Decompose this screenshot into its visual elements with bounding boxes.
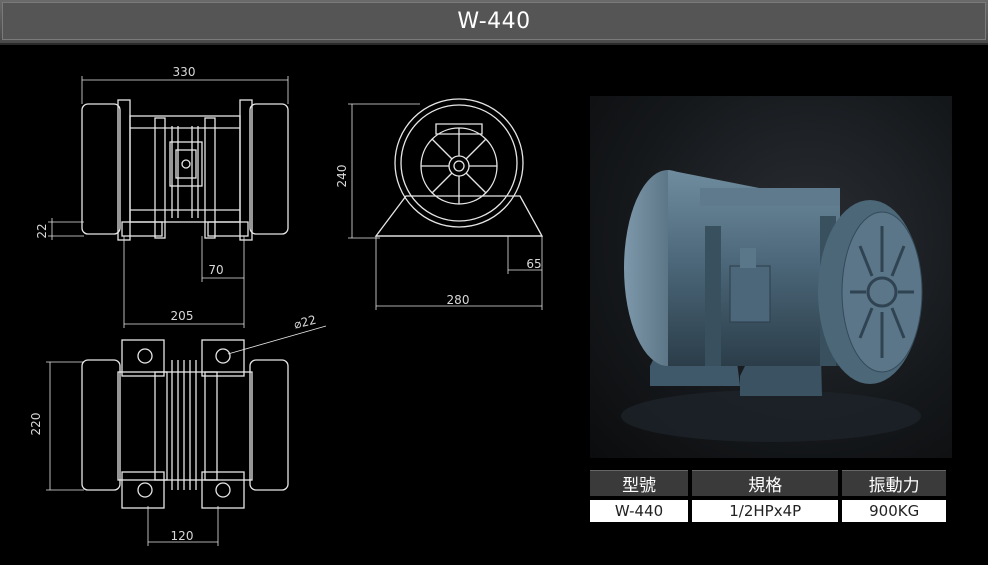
spec-value-model: W-440 <box>590 500 689 522</box>
dim-330: 330 <box>173 65 196 79</box>
dim-280: 280 <box>447 293 470 307</box>
dim-120: 120 <box>171 529 194 543</box>
product-image <box>590 96 952 458</box>
spec-header-model: 型號 <box>590 470 689 496</box>
front-view <box>348 98 544 310</box>
spec-header-force: 振動力 <box>842 470 946 496</box>
dim-hole-diameter: ⌀22 <box>292 313 317 332</box>
spec-header-spec: 規格 <box>692 470 839 496</box>
spec-value-spec: 1/2HPx4P <box>692 500 839 522</box>
spec-table: 型號 規格 振動力 W-440 1/2HPx4P 900KG <box>586 466 950 526</box>
dim-22-side: 22 <box>35 223 49 238</box>
dim-70: 70 <box>208 263 223 277</box>
dim-205: 205 <box>171 309 194 323</box>
dim-220: 220 <box>29 413 43 436</box>
spec-value-row: W-440 1/2HPx4P 900KG <box>590 500 946 522</box>
spec-value-force: 900KG <box>842 500 946 522</box>
spec-header-row: 型號 規格 振動力 <box>590 470 946 496</box>
vibrator-motor-render <box>621 170 923 442</box>
dim-65: 65 <box>526 257 541 271</box>
dim-240: 240 <box>335 165 349 188</box>
top-view <box>48 76 289 328</box>
bottom-view <box>46 325 327 546</box>
